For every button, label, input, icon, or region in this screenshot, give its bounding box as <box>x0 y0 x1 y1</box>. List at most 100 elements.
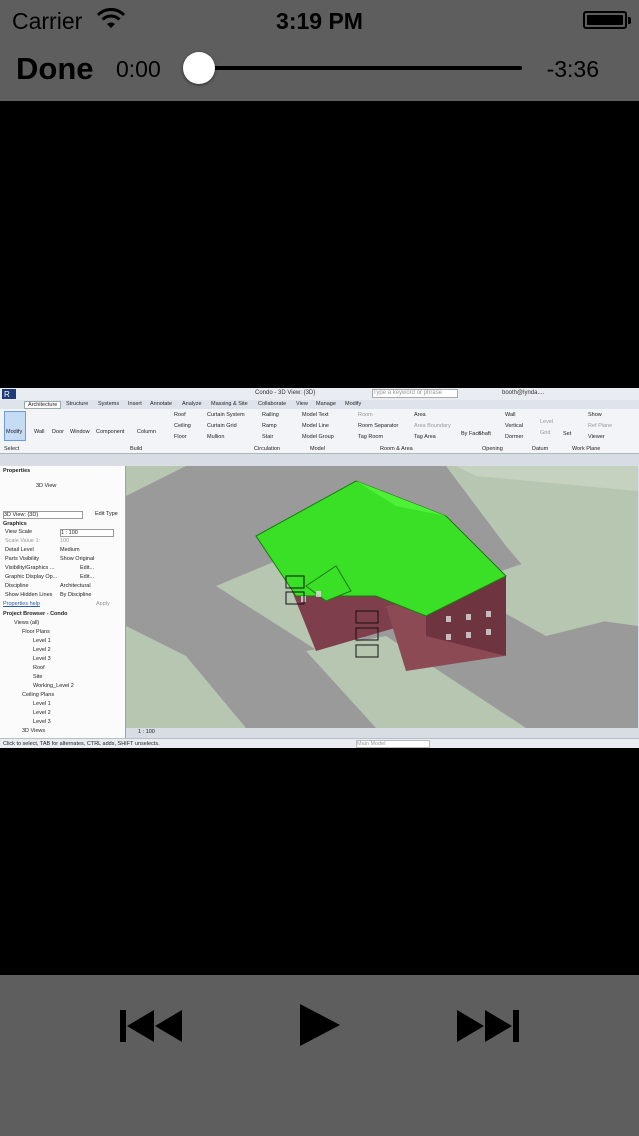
prop-value[interactable]: Show Original <box>60 556 94 562</box>
tree-item[interactable]: Level 3 <box>33 719 51 725</box>
tab-view[interactable]: View <box>296 401 308 407</box>
prop-value[interactable]: Medium <box>60 547 80 553</box>
model-group-tool[interactable]: Model Group <box>302 434 334 440</box>
properties-header: Properties <box>3 468 31 474</box>
scrubber-thumb[interactable] <box>183 52 215 84</box>
prop-label: View Scale <box>5 529 33 535</box>
edit-type-button[interactable]: Edit Type <box>95 511 118 517</box>
room-separator-tool[interactable]: Room Separator <box>358 423 398 429</box>
set-tool[interactable]: Set <box>563 431 571 437</box>
3d-viewport[interactable] <box>126 466 638 728</box>
tab-insert[interactable]: Insert <box>128 401 142 407</box>
prop-value[interactable]: 1 : 100 <box>60 529 114 537</box>
modify-tool-button[interactable] <box>4 411 26 441</box>
ramp-tool[interactable]: Ramp <box>262 423 277 429</box>
next-track-button[interactable] <box>455 1007 521 1045</box>
door-tool[interactable]: Door <box>52 429 64 435</box>
group-model: Model <box>310 446 325 452</box>
status-hint: Click to select, TAB for alternates, CTR… <box>3 741 160 747</box>
dormer-tool[interactable]: Dormer <box>505 434 523 440</box>
area-boundary-tool[interactable]: Area Boundary <box>414 423 451 429</box>
vertical-tool[interactable]: Vertical <box>505 423 523 429</box>
tab-modify[interactable]: Modify <box>345 401 361 407</box>
tree-item[interactable]: Floor Plans <box>22 629 50 635</box>
shaft-tool[interactable]: Shaft <box>478 431 491 437</box>
properties-help-link[interactable]: Properties help <box>3 601 40 607</box>
wall-tool[interactable]: Wall <box>34 429 45 435</box>
apply-button[interactable]: Apply <box>96 601 110 607</box>
view-scale[interactable]: 1 : 100 <box>138 729 155 735</box>
revit-status-bar: Click to select, TAB for alternates, CTR… <box>0 729 639 748</box>
tab-manage[interactable]: Manage <box>316 401 336 407</box>
ribbon-panel: Modify Select Wall Door Window Component… <box>0 409 639 454</box>
model-line-tool[interactable]: Model Line <box>302 423 329 429</box>
scrubber-track[interactable] <box>198 66 522 70</box>
player-top-bar: Carrier 3:19 PM Done 0:00 -3:36 <box>0 0 639 101</box>
tree-item[interactable]: Level 1 <box>33 638 51 644</box>
status-bar: Carrier 3:19 PM <box>0 0 639 42</box>
area-tool[interactable]: Area <box>414 412 426 418</box>
level-tool[interactable]: Level <box>540 419 553 425</box>
grid-tool[interactable]: Grid <box>540 430 550 436</box>
tree-item[interactable]: 3D Views <box>22 728 45 734</box>
railing-tool[interactable]: Railing <box>262 412 279 418</box>
viewer-tool[interactable]: Viewer <box>588 434 605 440</box>
group-room-area: Room & Area <box>380 446 413 452</box>
ceiling-tool[interactable]: Ceiling <box>174 423 191 429</box>
tree-item[interactable]: Roof <box>33 665 45 671</box>
tree-item[interactable]: Level 2 <box>33 710 51 716</box>
video-frame[interactable]: R Condo - 3D View: {3D} Type a keyword o… <box>0 388 639 748</box>
tree-item[interactable]: Level 1 <box>33 701 51 707</box>
left-panels: Properties 3D View 3D View: {3D} Edit Ty… <box>0 466 126 740</box>
tree-item[interactable]: Site <box>33 674 42 680</box>
roof-tool[interactable]: Roof <box>174 412 186 418</box>
edit-button[interactable]: Edit... <box>80 565 94 571</box>
graphics-section: Graphics <box>3 521 27 527</box>
edit-button[interactable]: Edit... <box>80 574 94 580</box>
help-search-input[interactable]: Type a keyword or phrase <box>372 389 458 398</box>
tree-item[interactable]: Level 2 <box>33 647 51 653</box>
component-tool[interactable]: Component <box>96 429 124 435</box>
window-tool[interactable]: Window <box>70 429 90 435</box>
group-opening: Opening <box>482 446 503 452</box>
curtain-system-tool[interactable]: Curtain System <box>207 412 245 418</box>
tab-systems[interactable]: Systems <box>98 401 119 407</box>
curtain-grid-tool[interactable]: Curtain Grid <box>207 423 237 429</box>
view-selector[interactable]: 3D View: {3D} <box>3 511 83 519</box>
tab-analyze[interactable]: Analyze <box>182 401 202 407</box>
floor-tool[interactable]: Floor <box>174 434 187 440</box>
tree-item[interactable]: Working_Level 2 <box>33 683 74 689</box>
tree-item[interactable]: Ceiling Plans <box>22 692 54 698</box>
mullion-tool[interactable]: Mullion <box>207 434 224 440</box>
prop-value: 100 <box>60 538 70 544</box>
previous-track-button[interactable] <box>118 1007 184 1045</box>
column-tool[interactable]: Column <box>137 429 156 435</box>
tab-structure[interactable]: Structure <box>66 401 88 407</box>
ref-plane-tool[interactable]: Ref Plane <box>588 423 612 429</box>
active-model-dropdown[interactable]: Main Model <box>356 740 430 748</box>
prop-value[interactable]: Architectural <box>60 583 91 589</box>
opening-wall-tool[interactable]: Wall <box>505 412 516 418</box>
status-time: 3:19 PM <box>276 8 363 34</box>
prop-label: Visibility/Graphics ... <box>5 565 55 571</box>
done-button[interactable]: Done <box>16 51 94 87</box>
tree-item[interactable]: Level 3 <box>33 656 51 662</box>
window-title: Condo - 3D View: {3D} <box>255 390 316 396</box>
tree-item[interactable]: Views (all) <box>14 620 39 626</box>
room-tool[interactable]: Room <box>358 412 373 418</box>
stair-tool[interactable]: Stair <box>262 434 273 440</box>
model-text-tool[interactable]: Model Text <box>302 412 329 418</box>
prop-label: Show Hidden Lines <box>5 592 53 598</box>
prop-value[interactable]: By Discipline <box>60 592 91 598</box>
tag-room-tool[interactable]: Tag Room <box>358 434 383 440</box>
show-tool[interactable]: Show <box>588 412 602 418</box>
select-dropdown[interactable]: Select <box>4 446 19 452</box>
group-build: Build <box>130 446 143 452</box>
tag-area-tool[interactable]: Tag Area <box>414 434 436 440</box>
play-button[interactable] <box>298 1002 342 1048</box>
player-controls <box>0 975 639 1136</box>
tab-collaborate[interactable]: Collaborate <box>258 401 286 407</box>
tab-massing[interactable]: Massing & Site <box>211 401 248 407</box>
tab-annotate[interactable]: Annotate <box>150 401 172 407</box>
tab-architecture[interactable]: Architecture <box>24 401 62 409</box>
